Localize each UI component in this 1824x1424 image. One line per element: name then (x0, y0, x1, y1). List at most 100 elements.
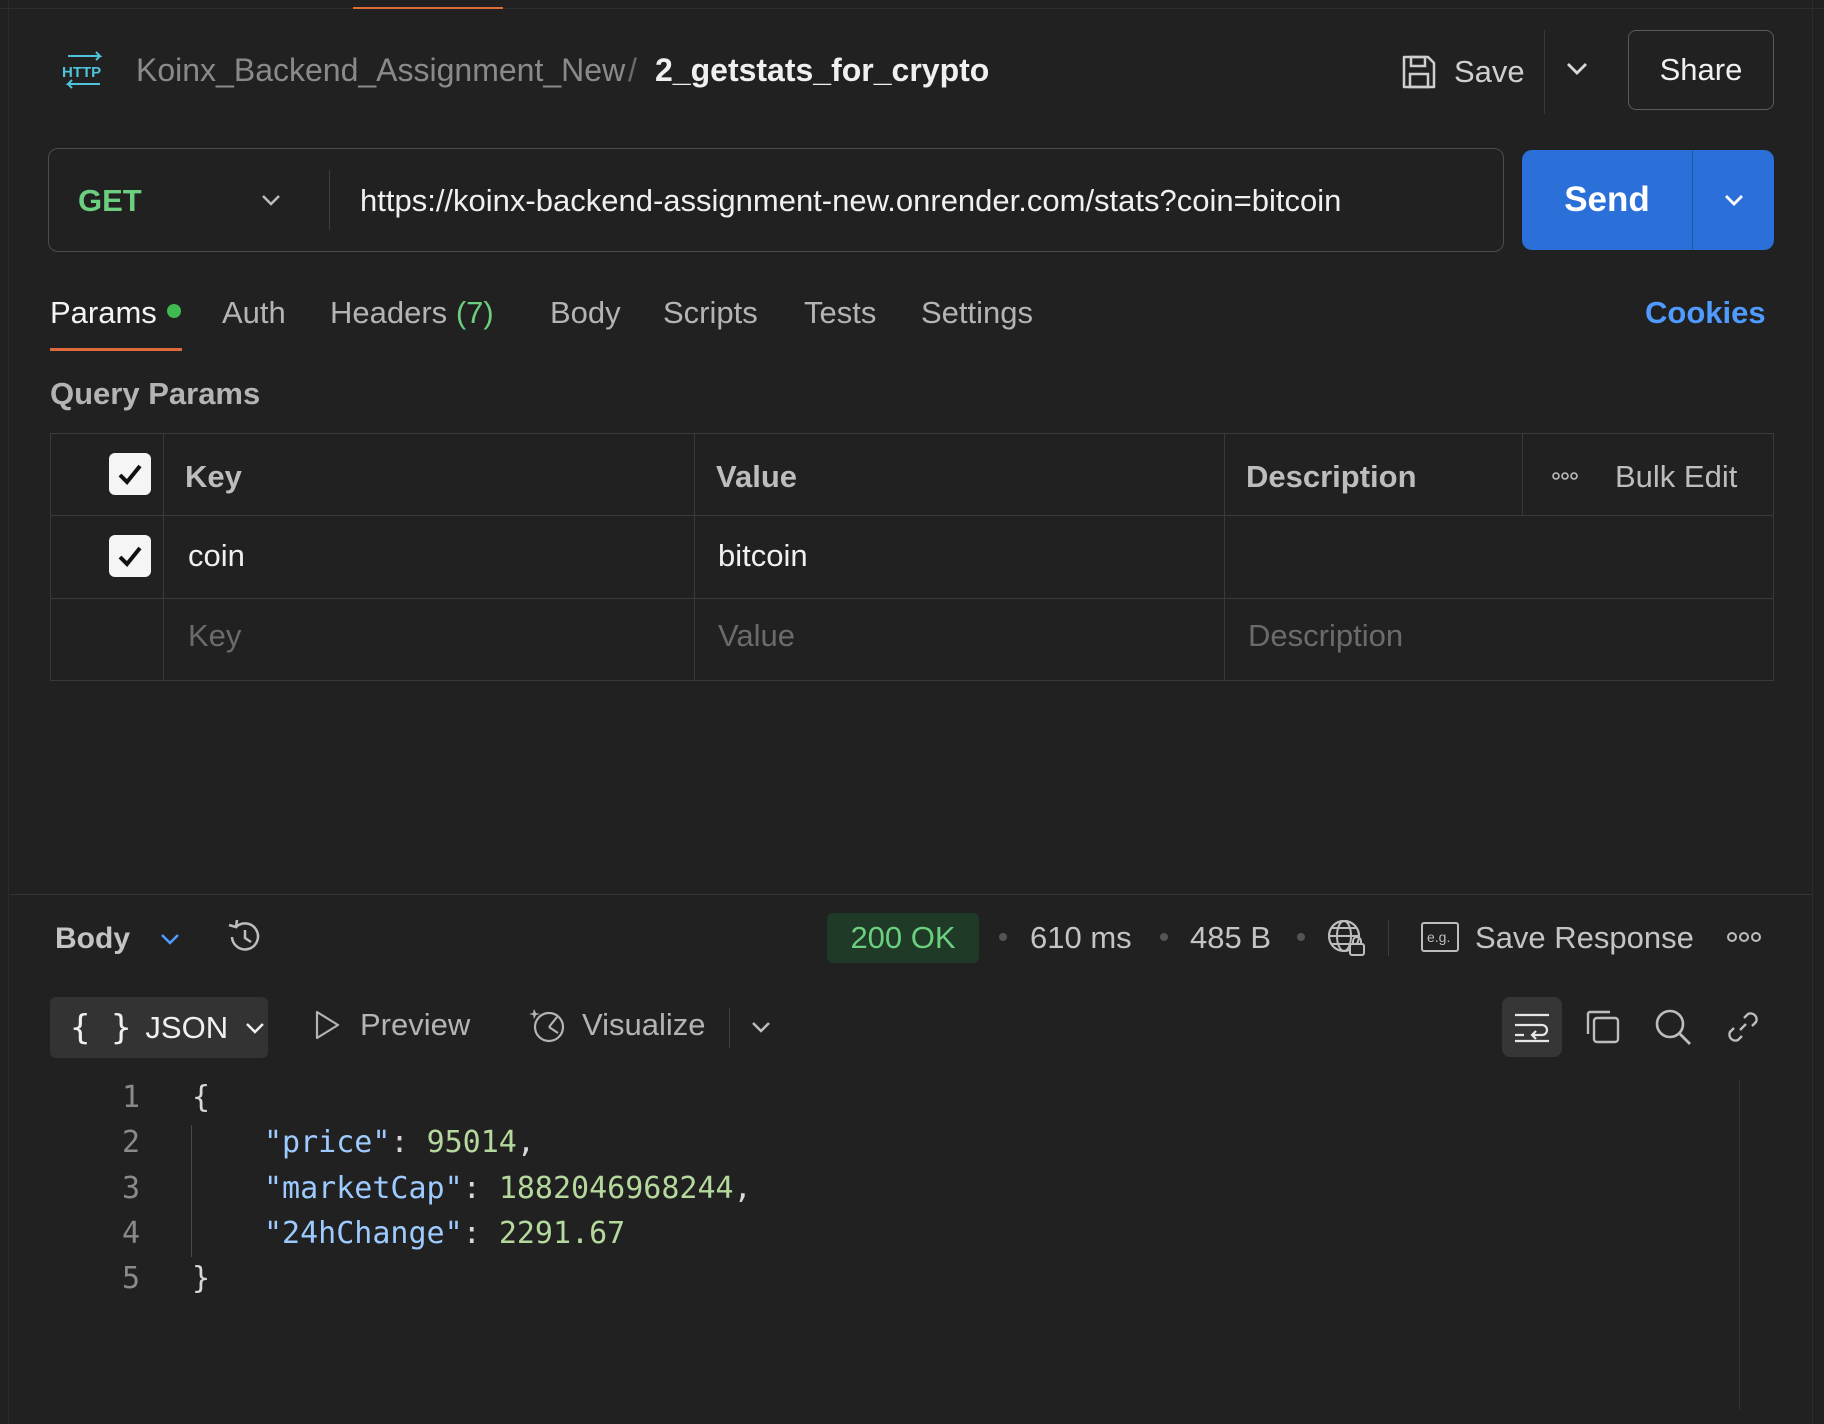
row-checkbox[interactable] (109, 535, 151, 577)
save-divider (1544, 30, 1545, 114)
chevron-down-icon[interactable] (155, 924, 185, 954)
response-divider (10, 894, 1812, 895)
floppy-disk-icon (1402, 55, 1436, 89)
tab-settings[interactable]: Settings (921, 295, 1033, 331)
chevron-down-icon (1724, 195, 1743, 206)
chevron-down-icon[interactable] (1560, 52, 1594, 86)
toolbar-divider (729, 1008, 730, 1048)
visualize-label: Visualize (582, 1007, 706, 1042)
save-label: Save (1454, 54, 1525, 89)
new-value-input[interactable]: Value (718, 618, 795, 654)
svg-text:e.g.: e.g. (1427, 929, 1450, 945)
col-divider (163, 433, 164, 681)
tab-body[interactable]: Body (550, 295, 621, 331)
bulk-edit-button[interactable]: Bulk Edit (1615, 459, 1737, 495)
url-divider (329, 170, 330, 230)
response-size: 485 B (1190, 920, 1272, 955)
code-line: "price": 95014, (264, 1125, 535, 1160)
param-key-cell[interactable]: coin (188, 538, 245, 574)
wrap-text-icon (1515, 1013, 1549, 1043)
line-number: 1 (121, 1080, 140, 1115)
code-line: } (192, 1261, 211, 1296)
col-divider (1522, 433, 1523, 515)
code-line: "marketCap": 1882046968244, (264, 1171, 752, 1206)
param-value-cell[interactable]: bitcoin (718, 538, 808, 574)
tab-tests[interactable]: Tests (804, 295, 876, 331)
separator-dot (999, 933, 1007, 941)
indent-guide (191, 1125, 192, 1257)
line-number: 3 (121, 1171, 140, 1206)
breadcrumb-collection[interactable]: Koinx_Backend_Assignment_New (136, 52, 625, 89)
query-params-title: Query Params (50, 376, 261, 411)
format-label: JSON (145, 1009, 229, 1045)
visualize-button[interactable]: Visualize (528, 1005, 706, 1045)
http-icon: HTTP (62, 51, 103, 89)
globe-lock-icon[interactable] (1325, 917, 1367, 959)
code-line: "24hChange": 2291.67 (264, 1216, 626, 1251)
params-table (50, 433, 1774, 681)
cookies-link[interactable]: Cookies (1645, 295, 1766, 331)
more-options-icon[interactable] (1724, 927, 1764, 947)
right-border (1812, 0, 1813, 1424)
share-button[interactable]: Share (1628, 30, 1774, 110)
json-value: 95014 (426, 1125, 517, 1160)
request-title[interactable]: 2_getstats_for_crypto (655, 52, 989, 89)
preview-button[interactable]: Preview (312, 1007, 470, 1043)
chevron-down-icon[interactable] (256, 185, 286, 215)
save-button[interactable]: Save (1400, 44, 1525, 100)
separator-dot (1160, 933, 1168, 941)
url-input[interactable]: https://koinx-backend-assignment-new.onr… (360, 183, 1341, 219)
response-time: 610 ms (1030, 920, 1132, 955)
params-active-dot (166, 303, 181, 318)
left-border (8, 0, 9, 1424)
copy-icon[interactable] (1582, 1006, 1624, 1048)
headers-count: (7) (455, 295, 494, 330)
col-divider (1224, 433, 1225, 681)
search-icon[interactable] (1652, 1006, 1694, 1048)
tab-auth[interactable]: Auth (222, 295, 286, 331)
braces-icon: { } (70, 1007, 132, 1048)
send-options-button[interactable] (1693, 150, 1774, 250)
tab-headers-label: Headers (330, 295, 448, 330)
example-icon: e.g. (1421, 922, 1459, 952)
json-value: 2291.67 (498, 1216, 626, 1251)
column-header-key: Key (185, 459, 242, 494)
history-icon[interactable] (224, 916, 266, 958)
new-key-input[interactable]: Key (188, 618, 241, 654)
line-number: 2 (121, 1125, 140, 1160)
json-key: "price" (264, 1125, 391, 1160)
line-number: 4 (121, 1216, 140, 1251)
select-all-checkbox[interactable] (109, 453, 151, 495)
scrollbar-track[interactable] (1739, 1080, 1740, 1410)
active-tab-underline (50, 348, 182, 351)
column-header-description: Description (1246, 459, 1417, 494)
separator-dot (1297, 933, 1305, 941)
link-icon[interactable] (1722, 1006, 1764, 1048)
response-body-select[interactable]: Body (55, 922, 130, 956)
tab-headers[interactable]: Headers (7) (330, 295, 494, 331)
json-key: "marketCap" (264, 1171, 463, 1206)
tab-scripts[interactable]: Scripts (663, 295, 758, 331)
new-description-input[interactable]: Description (1248, 618, 1403, 654)
toolbar-divider (1388, 920, 1389, 956)
status-badge: 200 OK (827, 913, 979, 963)
json-key: "24hChange" (264, 1216, 463, 1251)
row-divider (50, 598, 1774, 599)
send-button[interactable]: Send (1522, 150, 1692, 250)
top-tab-strip (0, 0, 1824, 9)
wrap-lines-button[interactable] (1502, 997, 1562, 1057)
chevron-down-icon (246, 1022, 264, 1034)
play-icon (315, 1010, 340, 1040)
method-select[interactable]: GET (78, 183, 142, 219)
more-options-icon[interactable] (1550, 466, 1580, 486)
format-select[interactable]: { } JSON (50, 997, 268, 1058)
save-response-button[interactable]: Save Response (1475, 920, 1694, 956)
tab-params-label: Params (50, 295, 157, 330)
breadcrumb-separator: / (628, 52, 637, 88)
active-tab-indicator (353, 7, 503, 9)
chevron-down-icon[interactable] (746, 1012, 776, 1042)
json-value: 1882046968244 (498, 1171, 734, 1206)
check-icon (118, 546, 142, 567)
tab-params[interactable]: Params (50, 295, 181, 331)
row-divider (50, 515, 1774, 516)
